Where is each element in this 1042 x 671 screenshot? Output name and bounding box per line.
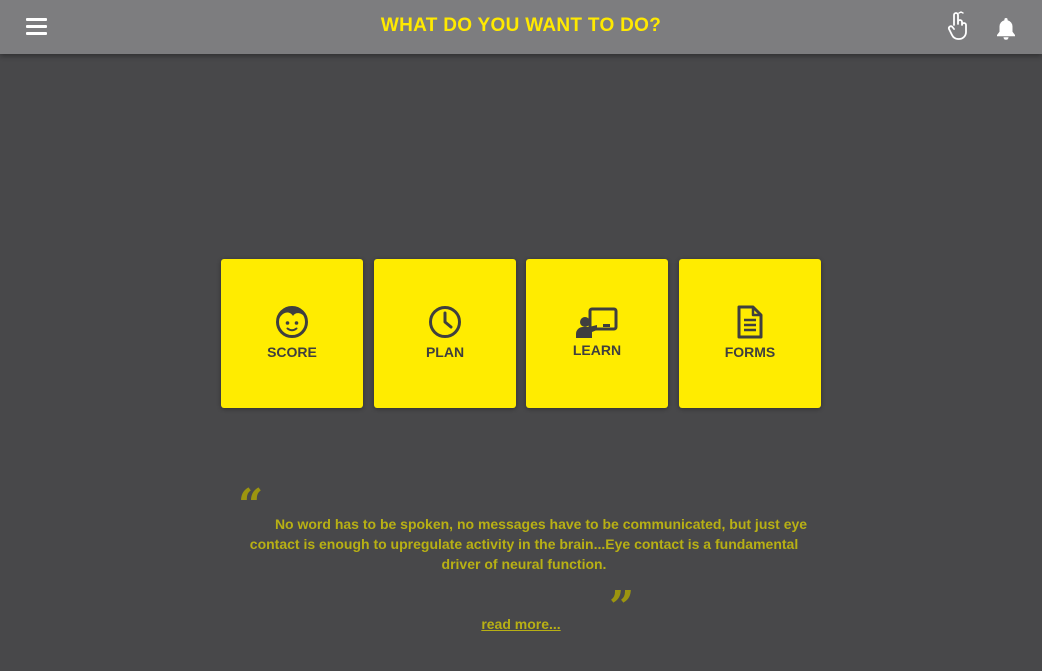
learn-tile[interactable]: LEARN bbox=[526, 259, 668, 408]
page-title: WHAT DO YOU WANT TO DO? bbox=[380, 15, 662, 36]
quote-text: No word has to be spoken, no messages ha… bbox=[249, 516, 808, 572]
score-label: SCORE bbox=[267, 344, 317, 360]
plan-tile[interactable]: PLAN bbox=[374, 259, 516, 408]
read-more-link[interactable]: read more... bbox=[0, 616, 1042, 632]
child-face-icon bbox=[221, 305, 363, 339]
plan-label: PLAN bbox=[425, 344, 465, 360]
clock-icon bbox=[374, 305, 516, 339]
teacher-board-icon bbox=[526, 307, 668, 341]
hand-pointer-icon[interactable] bbox=[946, 11, 968, 41]
document-icon bbox=[679, 305, 821, 339]
score-tile[interactable]: SCORE bbox=[221, 259, 363, 408]
action-tiles: SCORE PLAN LEARN FORMS bbox=[221, 259, 821, 409]
bell-icon[interactable] bbox=[995, 17, 1017, 41]
top-bar: WHAT DO YOU WANT TO DO? bbox=[0, 0, 1042, 54]
learn-label: LEARN bbox=[572, 342, 622, 358]
forms-tile[interactable]: FORMS bbox=[679, 259, 821, 408]
forms-label: FORMS bbox=[724, 344, 776, 360]
